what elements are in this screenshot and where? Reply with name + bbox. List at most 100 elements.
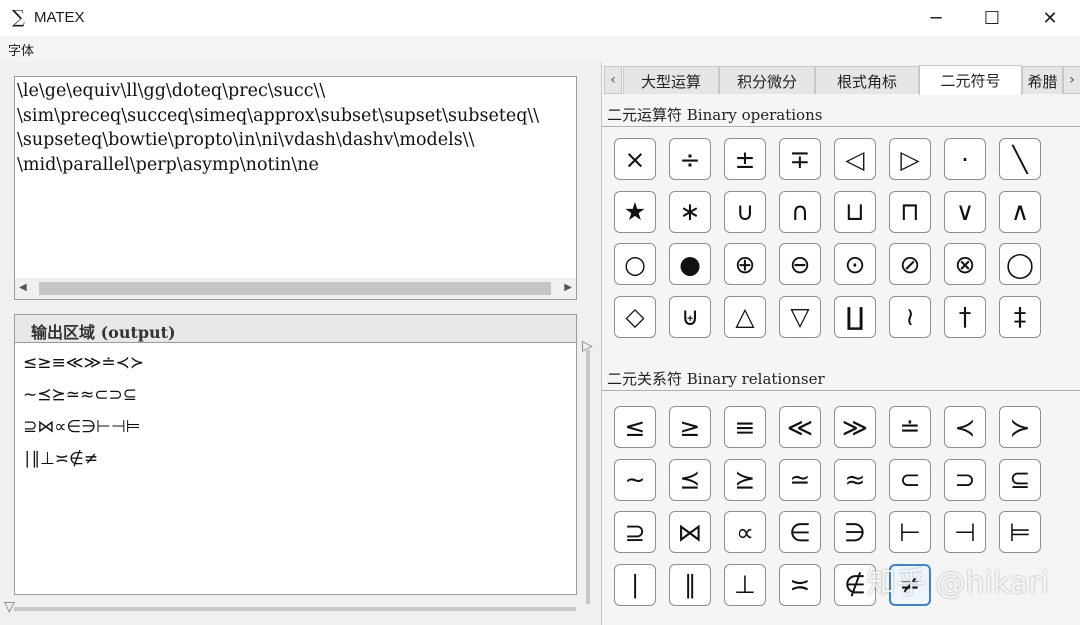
symbol-button[interactable]: ⊖ bbox=[779, 243, 821, 285]
symbol-palette: ‹ 大型运算 积分微分 根式角标 二元符号 希腊 › 二元运算符 Binary … bbox=[601, 62, 1080, 625]
tab-scroll-left-icon[interactable]: ‹ bbox=[604, 66, 622, 94]
symbol-button[interactable]: ± bbox=[724, 138, 766, 180]
horizontal-splitter[interactable]: ▽ bbox=[4, 599, 579, 615]
symbol-button[interactable]: △ bbox=[724, 295, 766, 338]
tab-greek[interactable]: 希腊 bbox=[1022, 66, 1063, 94]
symbol-button[interactable]: ● bbox=[669, 243, 711, 285]
symbol-button[interactable]: ▽ bbox=[779, 295, 821, 338]
symbol-button[interactable]: ∈ bbox=[779, 511, 821, 553]
symbol-button[interactable]: ∝ bbox=[724, 511, 766, 553]
editor-line: \sim\preceq\succeq\simeq\approx\subset\s… bbox=[17, 105, 540, 126]
symbol-button[interactable]: † bbox=[944, 295, 986, 338]
symbol-button[interactable]: ⊎ bbox=[669, 295, 711, 338]
symbol-button[interactable]: ⊂ bbox=[889, 458, 931, 501]
symbol-button[interactable]: ⊗ bbox=[944, 243, 986, 285]
symbol-button[interactable]: ∼ bbox=[614, 458, 656, 501]
symbol-button[interactable]: ∧ bbox=[999, 190, 1041, 233]
symbol-button[interactable]: · bbox=[944, 138, 986, 180]
symbol-button[interactable]: ∣ bbox=[614, 563, 656, 606]
output-header: 输出区域 (output) bbox=[14, 314, 577, 342]
tab-radicals[interactable]: 根式角标 bbox=[815, 66, 919, 94]
symbol-button[interactable]: × bbox=[614, 138, 656, 180]
output-line: ⊇⋈∝∈∋⊢⊣⊨ bbox=[23, 417, 141, 437]
symbol-button[interactable]: ∐ bbox=[834, 295, 876, 338]
symbol-button[interactable]: ∥ bbox=[669, 563, 711, 606]
symbol-button[interactable]: ≃ bbox=[779, 458, 821, 501]
section-divider bbox=[602, 126, 1080, 127]
symbol-button[interactable]: ∪ bbox=[724, 190, 766, 233]
tab-integrals[interactable]: 积分微分 bbox=[719, 66, 815, 94]
tab-large-operators[interactable]: 大型运算 bbox=[623, 66, 719, 94]
symbol-button[interactable]: ∗ bbox=[669, 190, 711, 233]
symbol-button[interactable]: ⊢ bbox=[889, 511, 931, 553]
symbol-button[interactable]: ⪯ bbox=[669, 458, 711, 501]
symbol-button[interactable]: ◯ bbox=[999, 243, 1041, 285]
splitter-track bbox=[586, 350, 590, 604]
scrollbar-thumb[interactable] bbox=[39, 282, 551, 295]
left-pane: \le\ge\equiv\ll\gg\doteq\prec\succ\\ \si… bbox=[0, 62, 600, 625]
symbol-button[interactable]: ⊕ bbox=[724, 243, 766, 285]
symbol-button[interactable]: ⊘ bbox=[889, 243, 931, 285]
symbol-button[interactable]: ∨ bbox=[944, 190, 986, 233]
latex-input-editor[interactable]: \le\ge\equiv\ll\gg\doteq\prec\succ\\ \si… bbox=[14, 76, 577, 300]
output-area: ≤≥≡≪≫≐≺≻ ∼⪯⪰≃≈⊂⊃⊆ ⊇⋈∝∈∋⊢⊣⊨ ∣∥⊥≍∉≠ bbox=[14, 342, 577, 595]
section-title-relations: 二元关系符 Binary relationser bbox=[607, 370, 825, 388]
symbol-button[interactable]: ≪ bbox=[779, 406, 821, 448]
symbol-button[interactable]: ≻ bbox=[999, 406, 1041, 448]
minimize-button[interactable]: ─ bbox=[908, 0, 964, 36]
maximize-button[interactable]: ☐ bbox=[964, 0, 1020, 36]
menu-bar: 字体 bbox=[0, 36, 1080, 62]
symbol-button[interactable]: ★ bbox=[614, 190, 656, 233]
output-title: 输出区域 (output) bbox=[31, 323, 176, 342]
close-button[interactable]: ✕ bbox=[1022, 0, 1078, 36]
symbol-button[interactable]: ∓ bbox=[779, 138, 821, 180]
symbol-button[interactable]: ⊃ bbox=[944, 458, 986, 501]
symbol-button[interactable]: ≀ bbox=[889, 295, 931, 338]
symbol-button[interactable]: ≤ bbox=[614, 406, 656, 448]
symbol-button[interactable]: ◇ bbox=[614, 295, 656, 338]
symbol-button[interactable]: ≥ bbox=[669, 406, 711, 448]
tab-bar: ‹ 大型运算 积分微分 根式角标 二元符号 希腊 › bbox=[602, 65, 1080, 95]
output-line: ∣∥⊥≍∉≠ bbox=[23, 449, 99, 469]
menu-item-font[interactable]: 字体 bbox=[8, 40, 34, 59]
symbol-button[interactable]: ⊔ bbox=[834, 190, 876, 233]
editor-horizontal-scrollbar[interactable]: ◀ ▶ bbox=[14, 278, 577, 300]
symbol-button[interactable]: ⊇ bbox=[614, 511, 656, 553]
symbol-button[interactable]: ⊣ bbox=[944, 511, 986, 553]
symbol-button[interactable]: ▷ bbox=[889, 138, 931, 180]
symbol-button[interactable]: ⋈ bbox=[669, 511, 711, 553]
splitter-handle-icon[interactable]: ▽ bbox=[4, 599, 15, 615]
symbol-button[interactable]: ⊙ bbox=[834, 243, 876, 285]
symbol-button[interactable]: ∉ bbox=[834, 563, 876, 606]
symbol-button[interactable]: ○ bbox=[614, 243, 656, 285]
symbol-button[interactable]: ≠ bbox=[889, 563, 931, 606]
symbol-button[interactable]: ÷ bbox=[669, 138, 711, 180]
symbol-button[interactable]: ⊥ bbox=[724, 563, 766, 606]
symbol-button[interactable]: ∩ bbox=[779, 190, 821, 233]
symbol-button[interactable]: ⪰ bbox=[724, 458, 766, 501]
tab-scroll-right-icon[interactable]: › bbox=[1063, 66, 1080, 94]
window-title: MATEX bbox=[34, 9, 85, 26]
editor-line: \le\ge\equiv\ll\gg\doteq\prec\succ\\ bbox=[17, 81, 326, 101]
symbol-button[interactable]: ≺ bbox=[944, 406, 986, 448]
tab-binary-symbols[interactable]: 二元符号 bbox=[919, 65, 1022, 95]
symbol-button[interactable]: ╲ bbox=[999, 138, 1041, 180]
symbol-button[interactable]: ≈ bbox=[834, 458, 876, 501]
symbol-button[interactable]: ⊆ bbox=[999, 458, 1041, 501]
symbol-button[interactable]: ⊓ bbox=[889, 190, 931, 233]
latex-input-text[interactable]: \le\ge\equiv\ll\gg\doteq\prec\succ\\ \si… bbox=[17, 79, 576, 177]
symbol-button[interactable]: ‡ bbox=[999, 295, 1041, 338]
symbol-button[interactable]: ≫ bbox=[834, 406, 876, 448]
symbol-button[interactable]: ≐ bbox=[889, 406, 931, 448]
section-title-operations: 二元运算符 Binary operations bbox=[607, 106, 823, 124]
scroll-right-arrow-icon[interactable]: ▶ bbox=[564, 282, 572, 293]
vertical-splitter[interactable]: ▷ bbox=[582, 338, 593, 604]
symbol-button[interactable]: ∋ bbox=[834, 511, 876, 553]
symbol-button[interactable]: ≍ bbox=[779, 563, 821, 606]
output-line: ∼⪯⪰≃≈⊂⊃⊆ bbox=[23, 385, 137, 405]
symbol-button[interactable]: ⊨ bbox=[999, 511, 1041, 553]
splitter-handle-icon[interactable]: ▷ bbox=[582, 338, 593, 354]
scroll-left-arrow-icon[interactable]: ◀ bbox=[19, 282, 27, 293]
symbol-button[interactable]: ≡ bbox=[724, 406, 766, 448]
symbol-button[interactable]: ◁ bbox=[834, 138, 876, 180]
